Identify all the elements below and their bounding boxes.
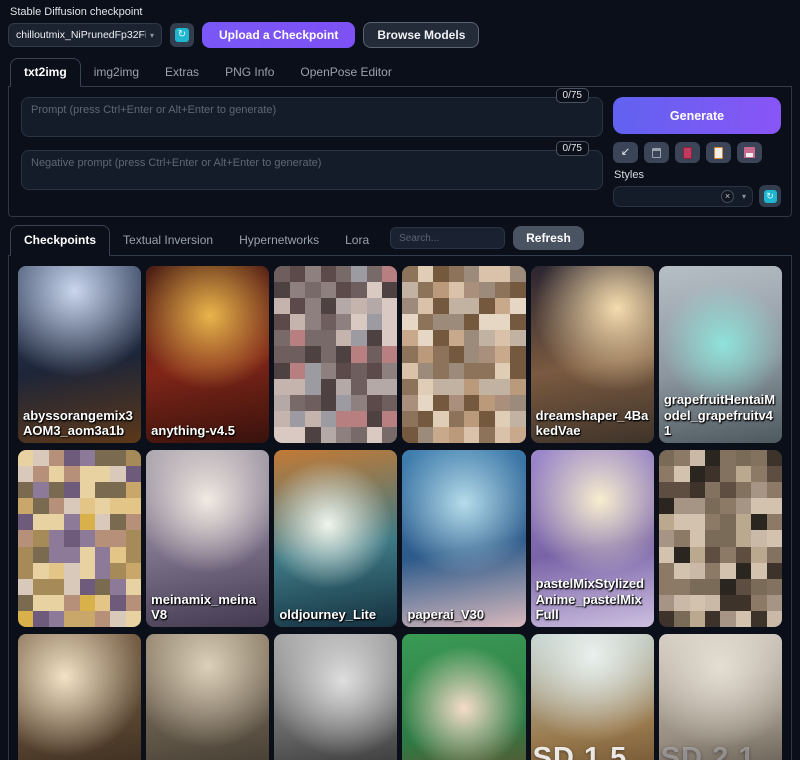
model-thumbnail (146, 634, 269, 760)
model-card[interactable]: protogenV22Anime_22 (18, 634, 141, 760)
styles-dropdown[interactable]: × ▾ (613, 186, 753, 207)
clear-selection-icon[interactable]: × (721, 190, 734, 203)
model-thumbnail (146, 266, 269, 443)
checkpoints-panel: abyssorangemix3AOM3_aom3a1banything-v4.5… (8, 256, 792, 760)
model-card[interactable]: SD 1.5v1-5-pruned-emaonly (531, 634, 654, 760)
clipboard-icon (714, 147, 723, 159)
trash-icon (652, 148, 661, 158)
search-input[interactable] (390, 227, 505, 249)
model-card[interactable] (18, 450, 141, 627)
generate-button[interactable]: Generate (613, 97, 781, 134)
arrow-down-left-icon: ↙ (621, 147, 630, 158)
model-card[interactable]: abyssorangemix3AOM3_aom3a1b (18, 266, 141, 443)
model-card[interactable] (402, 266, 525, 443)
tab-lora[interactable]: Lora (332, 226, 382, 255)
model-thumbnail (274, 450, 397, 627)
censored-model-thumbnail (659, 450, 782, 627)
model-card[interactable] (274, 266, 397, 443)
styles-label: Styles (614, 169, 781, 181)
generate-column: Generate ↙ Styles × ▾ ↻ (613, 97, 781, 207)
tab-openpose-editor[interactable]: OpenPose Editor (287, 59, 404, 86)
checkpoint-value: chilloutmix_NiPrunedFp32Fix.safeter (16, 29, 146, 41)
prompt-wrapper: 0/75 (21, 97, 603, 137)
chevron-down-icon: ▾ (150, 31, 154, 40)
tab-textual-inversion[interactable]: Textual Inversion (110, 226, 226, 255)
censored-model-thumbnail (18, 450, 141, 627)
checkpoint-label: Stable Diffusion checkpoint (10, 6, 792, 18)
networks-tabbar: Checkpoints Textual Inversion Hypernetwo… (8, 225, 792, 256)
clear-prompt-button[interactable] (644, 142, 669, 163)
save-floppy-icon (744, 147, 755, 158)
model-card-name: abyssorangemix3AOM3_aom3a1b (18, 405, 141, 443)
model-card-name: anything-v4.5 (146, 420, 240, 443)
tab-extras[interactable]: Extras (152, 59, 212, 86)
upload-checkpoint-button[interactable]: Upload a Checkpoint (202, 22, 355, 48)
model-thumbnail (402, 450, 525, 627)
model-thumbnail (274, 634, 397, 760)
model-card-name: grapefruitHentaiModel_grapefruitv41 (659, 389, 782, 443)
model-card-name: dreamshaper_4BakedVae (531, 405, 654, 443)
model-card-name: pastelMixStylizedAnime_pastelMixFull (531, 573, 654, 627)
tab-img2img[interactable]: img2img (81, 59, 152, 86)
flower-card-icon (683, 147, 692, 159)
censored-model-thumbnail (274, 266, 397, 443)
model-card[interactable]: dreamshaper_4BakedVae (531, 266, 654, 443)
prompt-column: 0/75 0/75 (21, 97, 603, 207)
negative-prompt-wrapper: 0/75 (21, 150, 603, 190)
refresh-icon: ↻ (175, 28, 189, 42)
model-card[interactable]: paperai_V30 (402, 450, 525, 627)
model-card[interactable]: pastelMixStylizedAnime_pastelMixFull (531, 450, 654, 627)
read-generation-params-button[interactable]: ↙ (613, 142, 638, 163)
model-thumbnail (18, 634, 141, 760)
negative-prompt-token-counter: 0/75 (556, 141, 589, 156)
model-thumbnail (402, 634, 525, 760)
save-style-button[interactable] (737, 142, 762, 163)
model-card[interactable]: oldjourney_Lite (274, 450, 397, 627)
negative-prompt-input[interactable] (21, 150, 603, 190)
thumbnail-watermark-text: SD 1.5 (533, 742, 628, 760)
prompt-tools-row: ↙ (613, 142, 781, 163)
model-grid: abyssorangemix3AOM3_aom3a1banything-v4.5… (18, 266, 782, 760)
browse-models-button[interactable]: Browse Models (363, 22, 479, 48)
chevron-down-icon: ▾ (742, 192, 746, 201)
extra-networks-button[interactable] (675, 142, 700, 163)
checkpoint-dropdown[interactable]: chilloutmix_NiPrunedFp32Fix.safeter ▾ (8, 23, 162, 47)
refresh-icon: ↻ (764, 190, 777, 203)
model-card-name: paperai_V30 (402, 604, 489, 627)
model-card[interactable] (659, 450, 782, 627)
model-card[interactable]: realisticVisionV13_v13 (274, 634, 397, 760)
tab-checkpoints[interactable]: Checkpoints (10, 225, 110, 256)
model-card-name: meinamix_meinaV8 (146, 589, 269, 627)
refresh-models-button[interactable]: Refresh (513, 226, 584, 250)
model-card[interactable]: revAnimated_v11 (402, 634, 525, 760)
model-card[interactable]: protogenX34Photorealism_1 (146, 634, 269, 760)
refresh-styles-button[interactable]: ↻ (759, 185, 781, 207)
censored-model-thumbnail (402, 266, 525, 443)
txt2img-panel: 0/75 0/75 Generate ↙ Styles × ▾ ↻ (8, 87, 792, 217)
model-card-name: oldjourney_Lite (274, 604, 381, 627)
model-card[interactable]: grapefruitHentaiModel_grapefruitv41 (659, 266, 782, 443)
prompt-token-counter: 0/75 (556, 88, 589, 103)
model-card[interactable]: SD 2.1v2-1_768-ema-pruned (659, 634, 782, 760)
prompt-input[interactable] (21, 97, 603, 137)
tab-hypernetworks[interactable]: Hypernetworks (226, 226, 332, 255)
apply-styles-button[interactable] (706, 142, 731, 163)
tab-txt2img[interactable]: txt2img (10, 58, 81, 87)
styles-row: × ▾ ↻ (613, 185, 781, 207)
model-card[interactable]: meinamix_meinaV8 (146, 450, 269, 627)
model-card[interactable]: anything-v4.5 (146, 266, 269, 443)
refresh-checkpoints-button[interactable]: ↻ (170, 23, 194, 47)
thumbnail-watermark-text: SD 2.1 (661, 742, 756, 760)
main-tabbar: txt2img img2img Extras PNG Info OpenPose… (8, 58, 792, 87)
header-row: chilloutmix_NiPrunedFp32Fix.safeter ▾ ↻ … (8, 22, 792, 48)
tab-png-info[interactable]: PNG Info (212, 59, 287, 86)
